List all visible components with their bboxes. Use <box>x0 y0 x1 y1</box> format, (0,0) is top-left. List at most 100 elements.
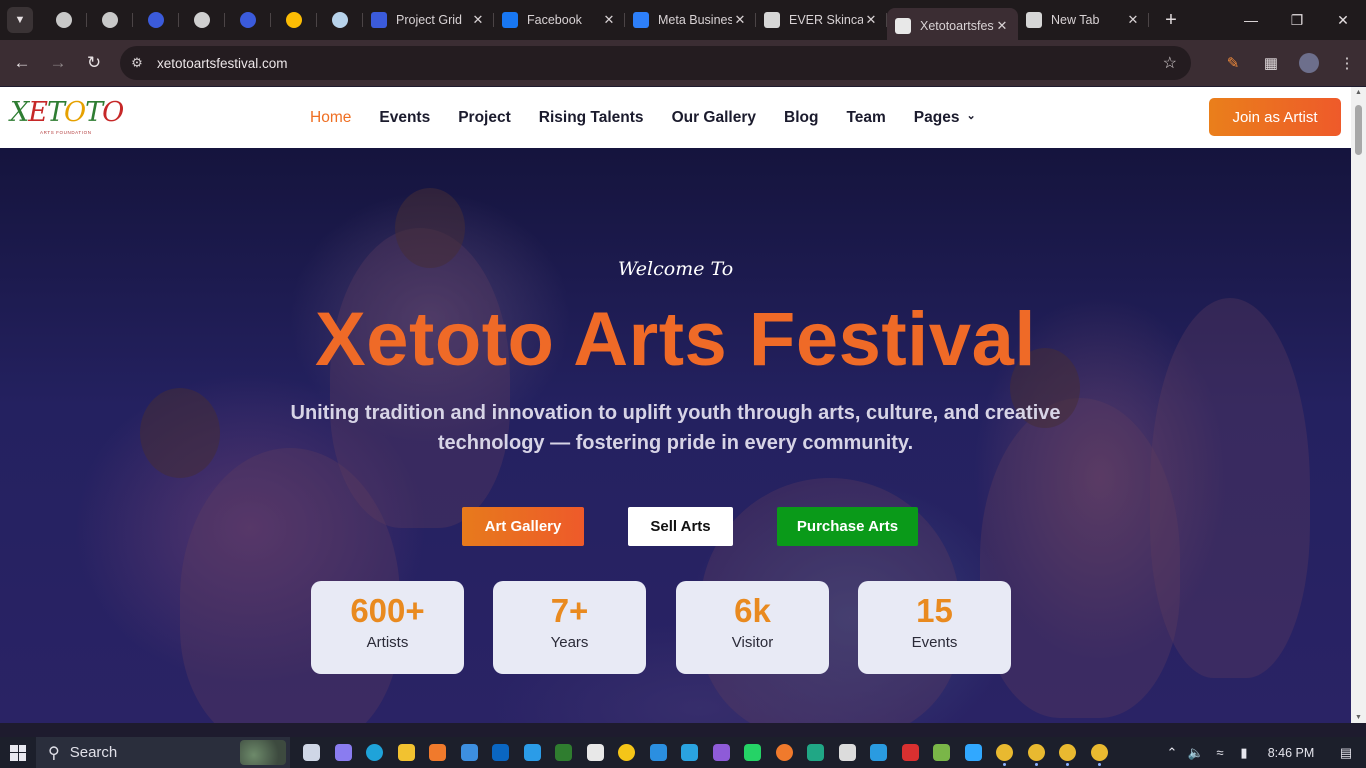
scroll-up-icon[interactable]: ▲ <box>1351 89 1366 96</box>
taskbar-app[interactable] <box>737 737 769 768</box>
taskbar-app[interactable] <box>454 737 486 768</box>
taskbar-app[interactable] <box>958 737 990 768</box>
scrollbar-thumb[interactable] <box>1355 105 1362 155</box>
start-button[interactable] <box>0 744 36 761</box>
taskbar-app[interactable] <box>895 737 927 768</box>
taskbar-app[interactable] <box>296 737 328 768</box>
pen-app-icon <box>371 12 387 28</box>
chatgpt-icon <box>56 12 72 28</box>
nav-events[interactable]: Events <box>365 109 444 127</box>
nav-pages[interactable]: Pages <box>900 109 990 127</box>
taskbar-app[interactable] <box>391 737 423 768</box>
bookmark-star-icon[interactable]: ☆ <box>1163 53 1177 73</box>
close-tab-icon[interactable]: ✕ <box>470 12 486 28</box>
nav-blog[interactable]: Blog <box>770 109 832 127</box>
taskbar-app[interactable] <box>1084 737 1116 768</box>
tab-search-button[interactable]: ▼ <box>7 7 33 33</box>
pinned-tab[interactable] <box>179 4 225 36</box>
taskbar-search[interactable]: ⚲ Search <box>36 737 290 768</box>
taskbar-app[interactable] <box>926 737 958 768</box>
taskbar-app[interactable] <box>548 737 580 768</box>
tab[interactable]: EVER Skincare✕ <box>756 4 887 36</box>
new-tab-button[interactable]: + <box>1155 9 1187 32</box>
hero-subtitle: Uniting tradition and innovation to upli… <box>290 402 1061 454</box>
join-as-artist-button[interactable]: Join as Artist <box>1209 98 1341 136</box>
close-tab-icon[interactable]: ✕ <box>601 12 617 28</box>
taskbar-app[interactable] <box>517 737 549 768</box>
hero-bg-head <box>395 188 465 268</box>
address-bar[interactable]: ⚙ xetotoartsfestival.com ☆ <box>120 46 1191 80</box>
restore-icon[interactable]: ❐ <box>1274 0 1320 40</box>
purchase-arts-button[interactable]: Purchase Arts <box>777 507 918 546</box>
taskbar-app[interactable] <box>580 737 612 768</box>
tab[interactable]: Project Grid ✕ <box>363 4 494 36</box>
nav-rising-talents[interactable]: Rising Talents <box>525 109 658 127</box>
page-viewport: XETOTO ARTS FOUNDATION Home Events Project… <box>0 87 1351 723</box>
page-scrollbar[interactable]: ▲ ▼ <box>1351 87 1366 723</box>
art-gallery-button[interactable]: Art Gallery <box>462 507 584 546</box>
minimize-icon[interactable]: — <box>1228 0 1274 40</box>
extensions-puzzle-icon[interactable]: ▦ <box>1252 40 1290 86</box>
close-tab-icon[interactable]: ✕ <box>994 18 1010 34</box>
address-url[interactable]: xetotoartsfestival.com <box>157 56 288 71</box>
taskbar-app[interactable] <box>1052 737 1084 768</box>
pinned-tab[interactable] <box>87 4 133 36</box>
tab[interactable]: Meta Business ✕ <box>625 4 756 36</box>
notification-icon[interactable]: ▤ <box>1326 745 1366 761</box>
chrome-icon <box>1059 744 1077 761</box>
firefox-icon <box>775 744 793 761</box>
volume-icon[interactable]: 🔈 <box>1184 745 1208 761</box>
back-icon[interactable]: ← <box>4 45 40 81</box>
site-info-icon[interactable]: ⚙ <box>120 55 154 71</box>
taskbar-app[interactable] <box>769 737 801 768</box>
taskbar-clock[interactable]: 8:46 PM <box>1256 746 1326 760</box>
pinned-tab[interactable] <box>271 4 317 36</box>
nav-team[interactable]: Team <box>832 109 899 127</box>
more-menu-icon[interactable]: ⋮ <box>1328 40 1366 86</box>
nav-home[interactable]: Home <box>296 109 365 127</box>
taskbar-app[interactable] <box>800 737 832 768</box>
taskbar-app[interactable] <box>643 737 675 768</box>
nav-project[interactable]: Project <box>444 109 525 127</box>
pinned-tab[interactable] <box>317 4 363 36</box>
taskbar-app[interactable] <box>832 737 864 768</box>
xetoto-favicon-icon <box>895 18 911 34</box>
close-tab-icon[interactable]: ✕ <box>1125 12 1141 28</box>
main-nav: Home Events Project Rising Talents Our Galle… <box>296 87 990 148</box>
close-window-icon[interactable]: ✕ <box>1320 0 1366 40</box>
pinned-tab[interactable] <box>133 4 179 36</box>
taskbar-app[interactable] <box>989 737 1021 768</box>
taskbar-app[interactable] <box>485 737 517 768</box>
image-app-icon <box>933 744 951 761</box>
taskbar-app[interactable] <box>328 737 360 768</box>
scroll-down-icon[interactable]: ▼ <box>1351 714 1366 721</box>
pinned-tab[interactable] <box>225 4 271 36</box>
battery-icon[interactable]: ▮ <box>1232 745 1256 761</box>
taskbar-app[interactable] <box>359 737 391 768</box>
tab[interactable]: Facebook ✕ <box>494 4 625 36</box>
search-highlight-image <box>240 740 286 765</box>
tab[interactable]: New Tab ✕ <box>1018 4 1149 36</box>
pinned-tab[interactable] <box>41 4 87 36</box>
meta-icon <box>633 12 649 28</box>
file-explorer-icon <box>397 744 415 761</box>
forward-icon[interactable]: → <box>40 45 76 81</box>
taskbar-app[interactable] <box>1021 737 1053 768</box>
taskbar-app[interactable] <box>674 737 706 768</box>
wifi-icon[interactable]: ≈ <box>1208 745 1232 760</box>
site-logo[interactable]: XETOTO ARTS FOUNDATION <box>10 95 124 141</box>
profile-avatar[interactable] <box>1290 40 1328 86</box>
close-tab-icon[interactable]: ✕ <box>732 12 748 28</box>
taskbar-app[interactable] <box>863 737 895 768</box>
close-tab-icon[interactable]: ✕ <box>863 12 879 28</box>
taskbar-app[interactable] <box>422 737 454 768</box>
sell-arts-button[interactable]: Sell Arts <box>628 507 733 546</box>
taskbar-app[interactable] <box>706 737 738 768</box>
system-tray: ⌃ 🔈 ≈ ▮ 8:46 PM ▤ <box>1160 737 1366 768</box>
taskbar-app[interactable] <box>611 737 643 768</box>
chevron-up-icon[interactable]: ⌃ <box>1160 745 1184 761</box>
nav-our-gallery[interactable]: Our Gallery <box>658 109 770 127</box>
reload-icon[interactable]: ↻ <box>76 45 112 81</box>
pen-extension-icon[interactable]: ✎ <box>1214 40 1252 86</box>
tab-active[interactable]: Xetotoartsfestival✕ <box>887 8 1018 44</box>
